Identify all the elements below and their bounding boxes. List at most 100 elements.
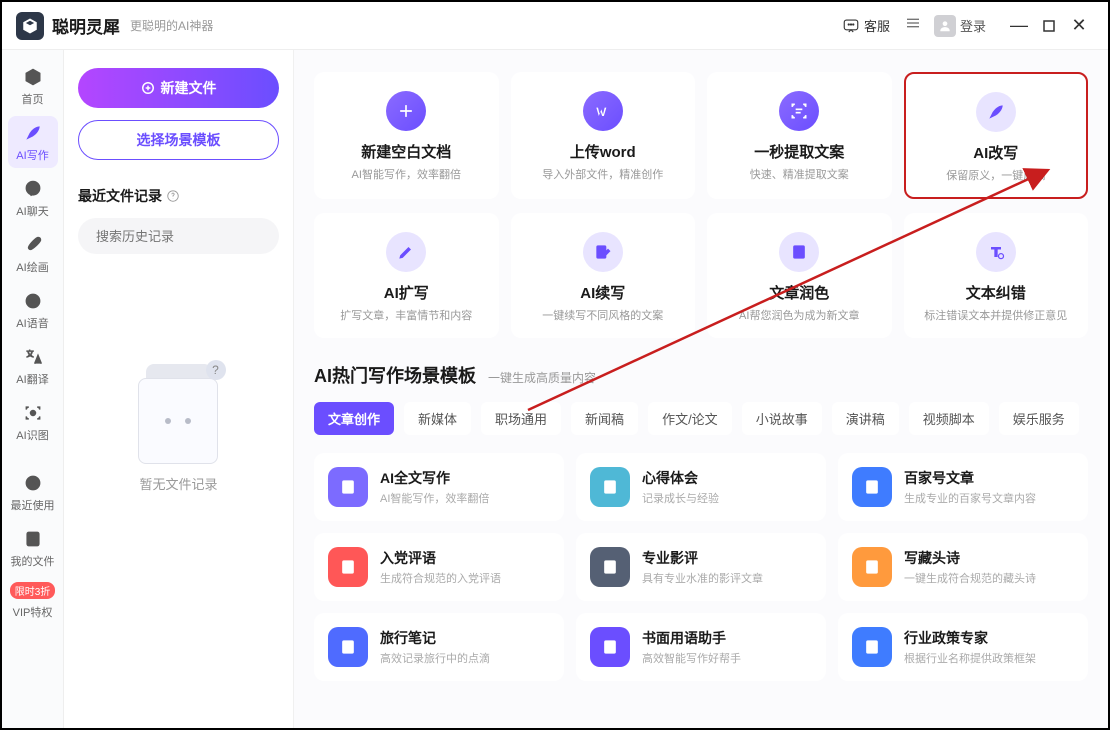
template-card[interactable]: 书面用语助手高效智能写作好帮手 xyxy=(576,613,826,681)
template-card[interactable]: 心得体会记录成长与经验 xyxy=(576,453,826,521)
tab-article[interactable]: 文章创作 xyxy=(314,402,394,435)
template-title: 心得体会 xyxy=(642,468,719,488)
action-title: 上传word xyxy=(570,141,636,162)
tab-speech[interactable]: 演讲稿 xyxy=(832,402,899,435)
action-ai-continue[interactable]: AI续写 一键续写不同风格的文案 xyxy=(511,213,696,338)
home-icon xyxy=(22,66,44,88)
tab-entertainment[interactable]: 娱乐服务 xyxy=(999,402,1079,435)
action-extract-text[interactable]: 一秒提取文案 快速、精准提取文案 xyxy=(707,72,892,199)
template-card[interactable]: 入党评语生成符合规范的入党评语 xyxy=(314,533,564,601)
login-button[interactable]: 登录 xyxy=(960,16,986,35)
scan-icon xyxy=(22,402,44,424)
template-desc: 高效记录旅行中的点滴 xyxy=(380,650,490,666)
action-title: 文章润色 xyxy=(769,282,829,303)
action-desc: 一键续写不同风格的文案 xyxy=(542,307,663,323)
menu-icon xyxy=(904,14,922,32)
template-icon xyxy=(328,627,368,667)
template-desc: AI智能写作，效率翻倍 xyxy=(380,490,489,506)
main-content: 新建空白文档 AI智能写作，效率翻倍 上传word 导入外部文件，精准创作 一秒… xyxy=(294,50,1108,728)
tab-essay[interactable]: 作文/论文 xyxy=(648,402,732,435)
nav-label: VIP特权 xyxy=(13,604,53,620)
new-file-button[interactable]: 新建文件 xyxy=(78,68,279,108)
nav-my-files[interactable]: 我的文件 xyxy=(8,522,58,574)
template-card[interactable]: 行业政策专家根据行业名称提供政策框架 xyxy=(838,613,1088,681)
chat-icon xyxy=(842,17,860,35)
template-card[interactable]: AI全文写作 AI智能写作，效率翻倍 xyxy=(314,453,564,521)
section-title: AI热门写作场景模板 xyxy=(314,362,476,388)
template-desc: 高效智能写作好帮手 xyxy=(642,650,741,666)
nav-ai-voice[interactable]: AI语音 xyxy=(8,284,58,336)
nav-label: AI写作 xyxy=(16,147,48,163)
action-ai-expand[interactable]: AI扩写 扩写文章，丰富情节和内容 xyxy=(314,213,499,338)
maximize-button[interactable] xyxy=(1034,11,1064,41)
nav-home[interactable]: 首页 xyxy=(8,60,58,112)
action-ai-rewrite[interactable]: AI改写 保留原义，一键成稿 xyxy=(904,72,1089,199)
template-desc: 生成符合规范的入党评语 xyxy=(380,570,501,586)
template-icon xyxy=(852,547,892,587)
action-desc: AI帮您润色为成为新文章 xyxy=(739,307,859,323)
template-card[interactable]: 写藏头诗一键生成符合规范的藏头诗 xyxy=(838,533,1088,601)
tab-newmedia[interactable]: 新媒体 xyxy=(404,402,471,435)
template-title: 写藏头诗 xyxy=(904,548,1036,568)
section-header: AI热门写作场景模板 一键生成高质量内容 xyxy=(314,362,1088,388)
template-title: 行业政策专家 xyxy=(904,628,1036,648)
template-card[interactable]: 旅行笔记高效记录旅行中的点滴 xyxy=(314,613,564,681)
nav-vip[interactable]: 限时3折 VIP特权 xyxy=(8,578,58,624)
tab-workplace[interactable]: 职场通用 xyxy=(481,402,561,435)
minimize-button[interactable]: — xyxy=(1004,11,1034,41)
app-tagline: 更聪明的AI神器 xyxy=(130,17,213,34)
brush-icon xyxy=(22,234,44,256)
nav-label: AI绘画 xyxy=(16,259,48,275)
menu-button[interactable] xyxy=(904,14,922,37)
plus-icon xyxy=(386,91,426,131)
template-icon xyxy=(590,547,630,587)
action-article-polish[interactable]: 文章润色 AI帮您润色为成为新文章 xyxy=(707,213,892,338)
nav-label: 最近使用 xyxy=(11,497,55,513)
tab-news[interactable]: 新闻稿 xyxy=(571,402,638,435)
tab-novel[interactable]: 小说故事 xyxy=(742,402,822,435)
action-title: 文本纠错 xyxy=(966,282,1026,303)
close-button[interactable]: ✕ xyxy=(1064,11,1094,41)
nav-ai-vision[interactable]: AI识图 xyxy=(8,396,58,448)
action-upload-word[interactable]: 上传word 导入外部文件，精准创作 xyxy=(511,72,696,199)
search-input[interactable] xyxy=(96,229,272,244)
nav-recent[interactable]: 最近使用 xyxy=(8,466,58,518)
tab-video[interactable]: 视频脚本 xyxy=(909,402,989,435)
empty-state: ? 暂无文件记录 xyxy=(78,364,279,493)
nav-ai-paint[interactable]: AI绘画 xyxy=(8,228,58,280)
nav-label: AI语音 xyxy=(16,315,48,331)
feather-pen-icon xyxy=(976,92,1016,132)
search-box[interactable] xyxy=(78,218,279,254)
nav-ai-writing[interactable]: AI写作 xyxy=(8,116,58,168)
support-button[interactable]: 客服 xyxy=(842,16,890,35)
empty-text: 暂无文件记录 xyxy=(139,474,217,493)
action-new-blank-doc[interactable]: 新建空白文档 AI智能写作，效率翻倍 xyxy=(314,72,499,199)
action-desc: AI智能写作，效率翻倍 xyxy=(352,166,461,182)
help-icon xyxy=(166,189,180,203)
discount-badge: 限时3折 xyxy=(10,582,56,599)
clock-icon xyxy=(22,472,44,494)
chat-bubble-icon xyxy=(22,178,44,200)
action-title: AI续写 xyxy=(580,282,625,303)
choose-template-label: 选择场景模板 xyxy=(137,130,221,150)
choose-template-button[interactable]: 选择场景模板 xyxy=(78,120,279,160)
pen-expand-icon xyxy=(386,232,426,272)
template-icon xyxy=(328,547,368,587)
app-logo xyxy=(16,12,44,40)
recent-files-header: 最近文件记录 xyxy=(78,186,279,206)
empty-illustration: ? xyxy=(134,364,224,464)
nav-ai-translate[interactable]: AI翻译 xyxy=(8,340,58,392)
template-desc: 一键生成符合规范的藏头诗 xyxy=(904,570,1036,586)
nav-ai-chat[interactable]: AI聊天 xyxy=(8,172,58,224)
template-title: 书面用语助手 xyxy=(642,628,741,648)
action-desc: 标注错误文本并提供修正意见 xyxy=(924,307,1067,323)
action-title: AI改写 xyxy=(973,142,1018,163)
voice-icon xyxy=(22,290,44,312)
template-desc: 记录成长与经验 xyxy=(642,490,719,506)
template-title: AI全文写作 xyxy=(380,468,489,488)
side-panel: 新建文件 选择场景模板 最近文件记录 ? 暂无文件记录 xyxy=(64,50,294,728)
template-icon xyxy=(590,627,630,667)
template-card[interactable]: 百家号文章生成专业的百家号文章内容 xyxy=(838,453,1088,521)
action-text-correct[interactable]: 文本纠错 标注错误文本并提供修正意见 xyxy=(904,213,1089,338)
template-card[interactable]: 专业影评具有专业水准的影评文章 xyxy=(576,533,826,601)
